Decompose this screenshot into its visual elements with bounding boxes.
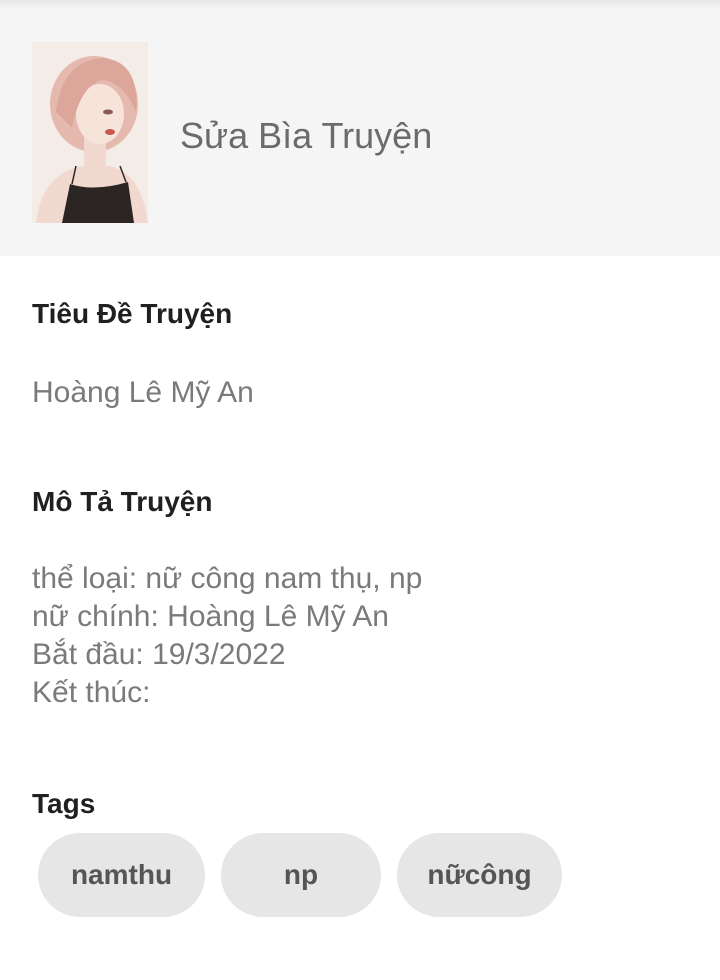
cover-image[interactable] (32, 42, 148, 223)
tag-list: namthu np nữcông (38, 833, 562, 917)
tag-chip[interactable]: np (221, 833, 381, 917)
tag-chip[interactable]: nữcông (397, 833, 562, 917)
edit-cover-button[interactable]: Sửa Bìa Truyện (180, 114, 432, 158)
description-line: thể loại: nữ công nam thụ, np (32, 562, 423, 595)
top-shadow (0, 0, 720, 10)
description-label: Mô Tả Truyện (32, 486, 213, 517)
title-value[interactable]: Hoàng Lê Mỹ An (32, 374, 254, 412)
tag-chip[interactable]: namthu (38, 833, 205, 917)
description-line: nữ chính: Hoàng Lê Mỹ An (32, 600, 389, 633)
tags-label: Tags (32, 788, 96, 819)
description-line: Kết thúc: (32, 676, 151, 709)
cover-illustration (32, 42, 148, 223)
title-label: Tiêu Đề Truyện (32, 298, 233, 329)
description-line: Bắt đầu: 19/3/2022 (32, 638, 286, 671)
description-value[interactable]: thể loại: nữ công nam thụ, np nữ chính: … (32, 560, 422, 712)
cover-header: Sửa Bìa Truyện (0, 10, 720, 256)
